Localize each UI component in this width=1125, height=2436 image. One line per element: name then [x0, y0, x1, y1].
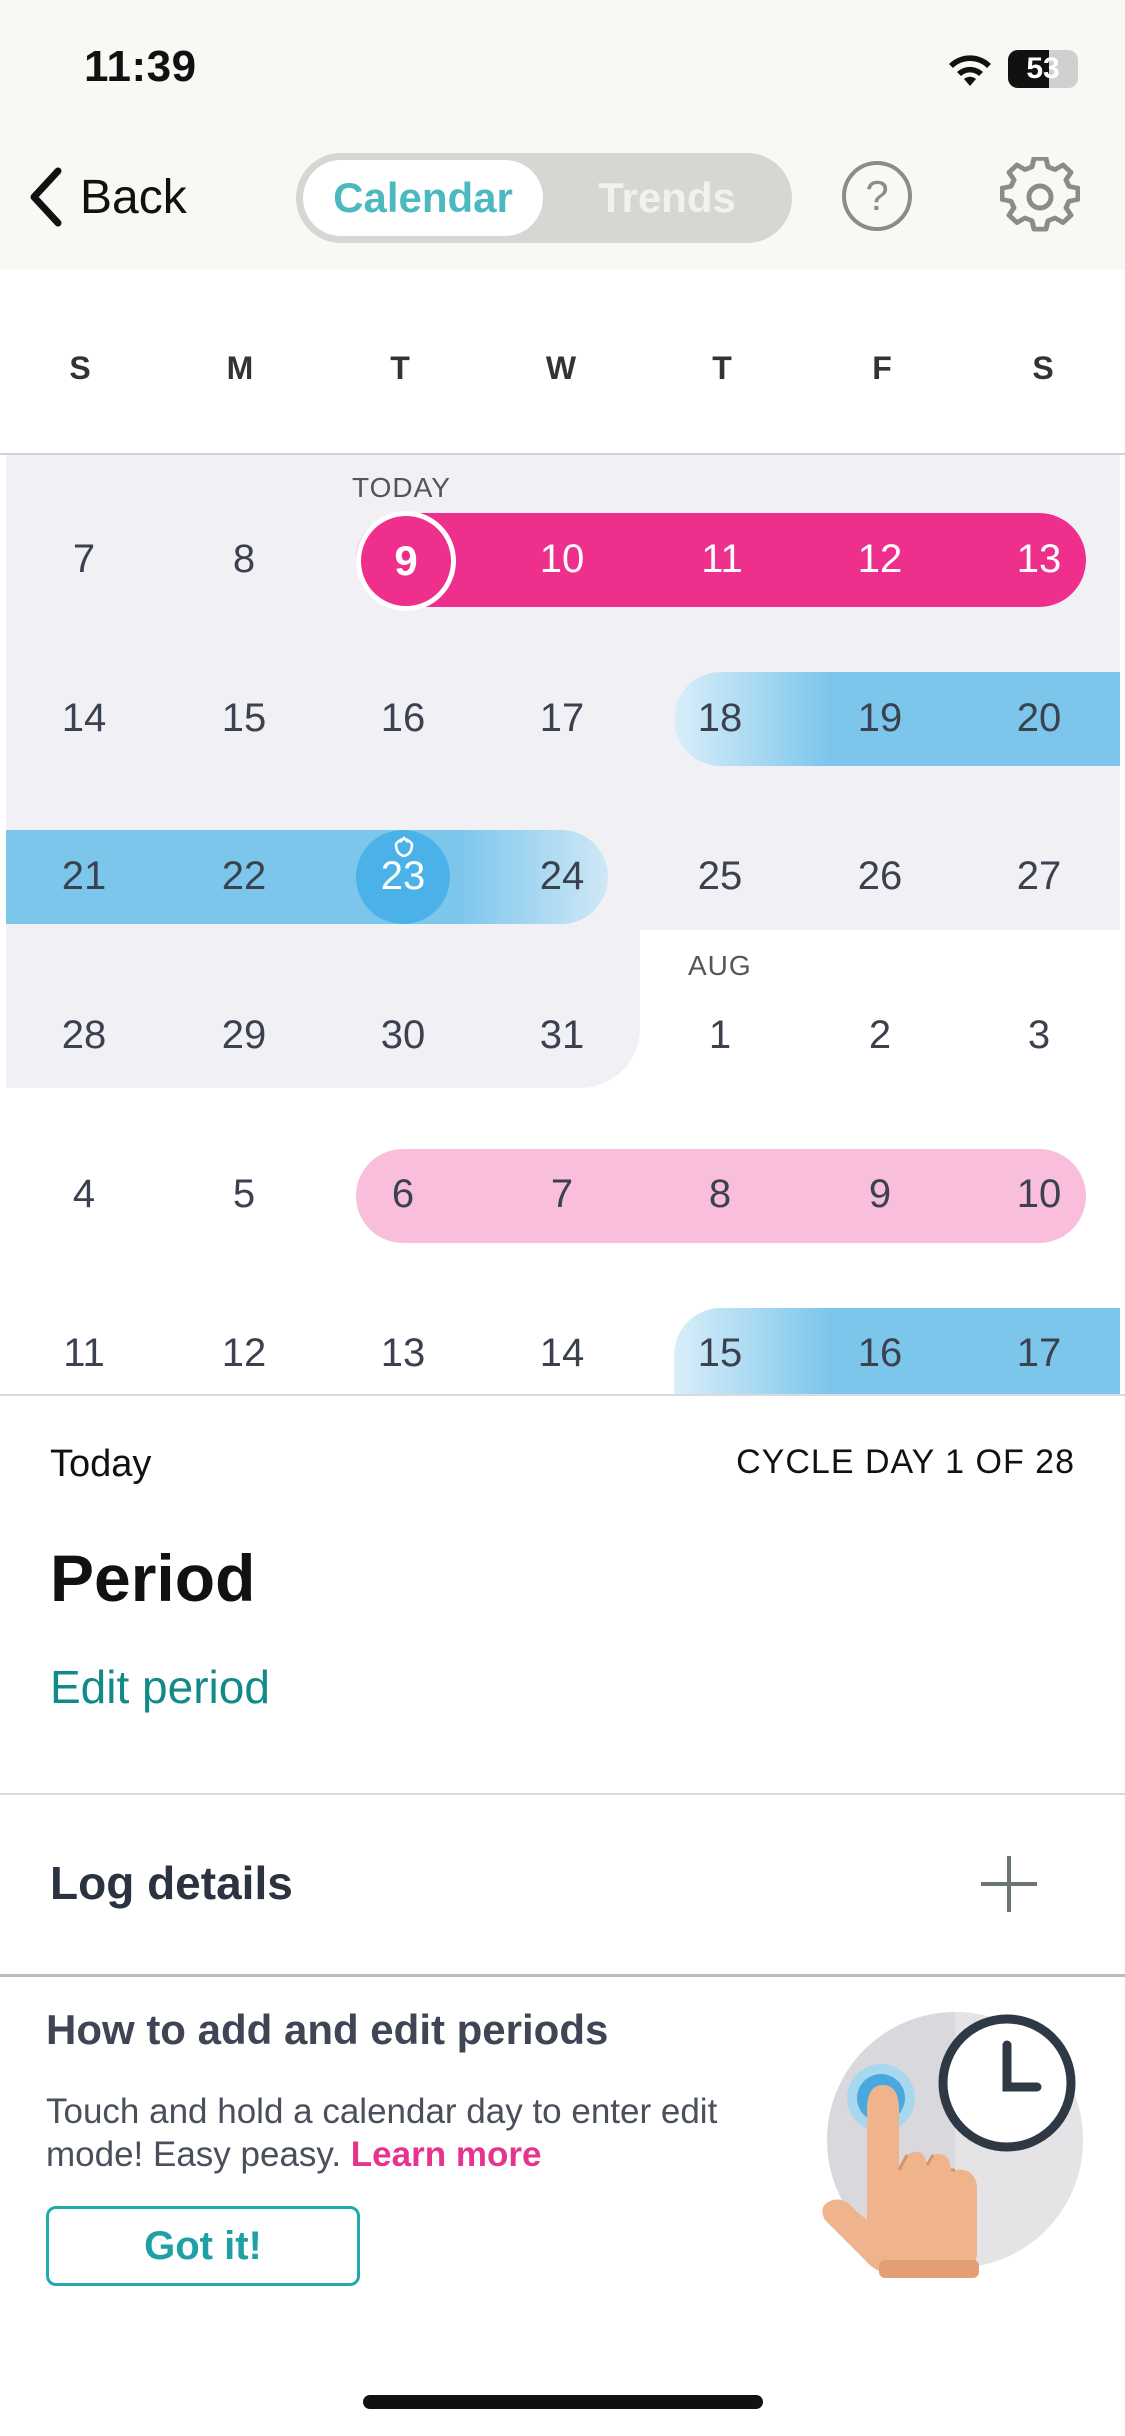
day-cell[interactable]: 3	[979, 1013, 1099, 1058]
day-cell[interactable]: 21	[24, 854, 144, 899]
battery-level: 53	[1026, 52, 1060, 85]
day-cell[interactable]: 29	[184, 1013, 304, 1058]
weekday-sun: S	[69, 350, 91, 386]
day-cell[interactable]: 11	[662, 537, 782, 582]
day-today[interactable]: 9	[356, 511, 456, 611]
settings-gear-icon[interactable]	[1000, 157, 1080, 237]
weekday-fri: F	[872, 350, 892, 386]
day-cell[interactable]: 24	[502, 854, 622, 899]
day-cell-ovulation[interactable]: 23	[343, 854, 463, 899]
help-button[interactable]: ?	[842, 161, 912, 231]
card-divider	[0, 1974, 1125, 1977]
chevron-left-icon	[30, 167, 62, 227]
day-cell[interactable]: 17	[502, 696, 622, 741]
section-divider	[0, 1793, 1125, 1795]
day-cell[interactable]: 31	[502, 1013, 622, 1058]
day-cell[interactable]: 8	[660, 1172, 780, 1217]
view-toggle: Calendar Trends	[296, 153, 792, 243]
day-cell[interactable]: 7	[502, 1172, 622, 1217]
tab-trends[interactable]: Trends	[548, 160, 786, 236]
got-it-button[interactable]: Got it!	[46, 2206, 360, 2286]
weekday-mon: M	[226, 350, 254, 386]
calendar-divider	[0, 1394, 1125, 1396]
day-cell[interactable]: 28	[24, 1013, 144, 1058]
day-cell[interactable]: 22	[184, 854, 304, 899]
learn-more-link[interactable]: Learn more	[351, 2135, 542, 2174]
day-cell[interactable]: 11	[24, 1331, 144, 1376]
weekday-tue: T	[390, 350, 410, 386]
day-cell[interactable]: 16	[343, 696, 463, 741]
back-button[interactable]: Back	[26, 162, 187, 232]
back-label: Back	[80, 170, 187, 224]
plus-icon[interactable]	[977, 1852, 1041, 1916]
day-cell[interactable]: 12	[820, 537, 940, 582]
day-cell[interactable]: 26	[820, 854, 940, 899]
period-title: Period	[50, 1541, 256, 1615]
day-cell[interactable]: 16	[820, 1331, 940, 1376]
day-cell[interactable]: 20	[979, 696, 1099, 741]
battery-icon: 53	[1008, 50, 1078, 88]
day-cell[interactable]: 6	[343, 1172, 463, 1217]
wifi-icon	[949, 55, 991, 86]
status-time: 11:39	[84, 42, 197, 91]
today-heading: Today	[50, 1443, 152, 1485]
weekday-wed: W	[545, 350, 577, 386]
current-month-bg-end	[6, 930, 640, 1088]
day-cell[interactable]: 13	[979, 537, 1099, 582]
day-cell[interactable]: 14	[24, 696, 144, 741]
day-cell[interactable]: 7	[24, 537, 144, 582]
day-cell[interactable]: 12	[184, 1331, 304, 1376]
weekday-sat: S	[1032, 350, 1054, 386]
day-cell[interactable]: 10	[979, 1172, 1099, 1217]
today-label: TODAY	[352, 472, 451, 503]
log-details-label[interactable]: Log details	[50, 1856, 293, 1910]
day-cell[interactable]: 17	[979, 1331, 1099, 1376]
day-cell[interactable]: 4	[24, 1172, 144, 1217]
edit-period-link[interactable]: Edit period	[50, 1660, 270, 1714]
tap-hold-illustration	[822, 2012, 1083, 2278]
month-label-aug: AUG	[688, 950, 752, 981]
help-icon: ?	[865, 172, 889, 219]
day-cell[interactable]: 14	[502, 1331, 622, 1376]
weekday-thu: T	[712, 350, 732, 386]
day-cell[interactable]: 5	[184, 1172, 304, 1217]
day-cell[interactable]: 2	[820, 1013, 940, 1058]
day-cell[interactable]: 8	[184, 537, 304, 582]
day-cell[interactable]: 15	[184, 696, 304, 741]
home-indicator	[363, 2395, 763, 2409]
day-cell[interactable]: 10	[502, 537, 622, 582]
day-cell[interactable]: 9	[820, 1172, 940, 1217]
cycle-day-label: CYCLE DAY 1 OF 28	[736, 1443, 1075, 1481]
day-cell[interactable]: 18	[660, 696, 780, 741]
day-cell[interactable]: 25	[660, 854, 780, 899]
day-cell[interactable]: 27	[979, 854, 1099, 899]
tab-calendar[interactable]: Calendar	[303, 160, 543, 236]
day-cell[interactable]: 30	[343, 1013, 463, 1058]
day-cell[interactable]: 19	[820, 696, 940, 741]
day-cell[interactable]: 15	[660, 1331, 780, 1376]
day-cell[interactable]: 13	[343, 1331, 463, 1376]
tip-title: How to add and edit periods	[46, 2006, 609, 2053]
tip-body: Touch and hold a calendar day to enter e…	[46, 2090, 806, 2176]
day-cell[interactable]: 1	[660, 1013, 780, 1058]
